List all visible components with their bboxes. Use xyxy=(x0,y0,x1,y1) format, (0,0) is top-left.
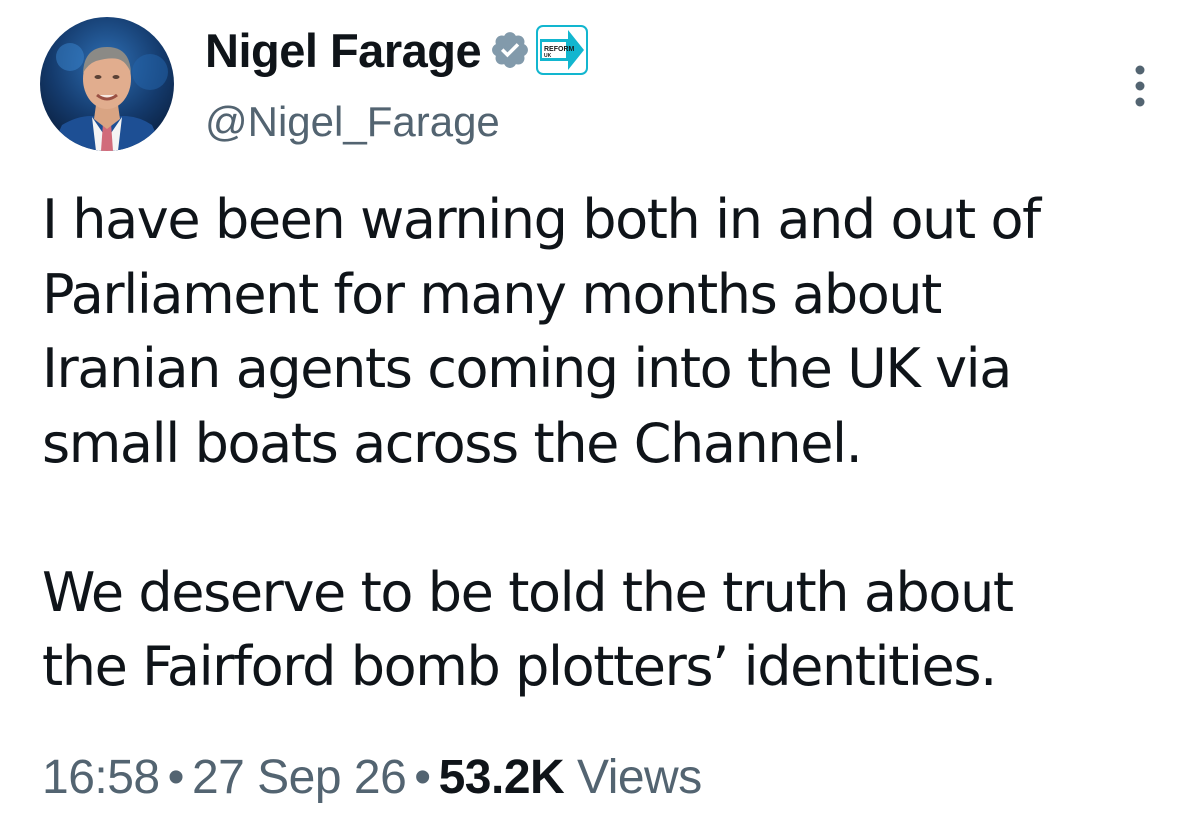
meta-separator: • xyxy=(414,751,431,804)
tweet-line: the Fairford bomb plotters’ identities. xyxy=(42,635,997,698)
affiliate-badge-line1: REFORM xyxy=(544,46,575,53)
affiliate-badge-line2: UK xyxy=(544,53,552,59)
tweet-paragraph-1: I have been warning both in and out of P… xyxy=(42,183,1172,481)
tweet-line: Parliament for many months about xyxy=(42,262,942,326)
tweet-meta: 16:58 • 27 Sep 26 • 53.2K Views xyxy=(42,750,702,805)
author-handle[interactable]: @Nigel_Farage xyxy=(205,98,500,146)
author-name-row: Nigel Farage REFORM UK xyxy=(205,20,589,80)
author-avatar[interactable] xyxy=(40,17,174,151)
more-options-icon[interactable] xyxy=(1128,62,1152,110)
tweet-paragraph-2: We deserve to be told the truth about th… xyxy=(42,556,1172,705)
reform-uk-logo-icon[interactable]: REFORM UK xyxy=(536,25,589,75)
tweet-line: We deserve to be told the truth about xyxy=(42,560,1014,624)
meta-separator: • xyxy=(167,751,185,804)
views-label: Views xyxy=(577,751,702,804)
tweet-text: I have been warning both in and out of P… xyxy=(42,183,1172,705)
tweet-date[interactable]: 27 Sep 26 xyxy=(192,751,407,804)
avatar-image xyxy=(40,17,174,151)
tweet-line: Iranian agents coming into the UK via xyxy=(42,337,1012,400)
verified-badge-icon[interactable] xyxy=(489,29,531,71)
tweet-card: Nigel Farage REFORM UK @Nigel_Farage I h… xyxy=(0,0,1200,828)
tweet-line: small boats across the Channel. xyxy=(42,411,863,475)
views-count[interactable]: 53.2K xyxy=(439,751,565,804)
tweet-time[interactable]: 16:58 xyxy=(42,751,160,804)
tweet-line: I have been warning both in and out of xyxy=(42,188,1041,251)
author-display-name[interactable]: Nigel Farage xyxy=(205,23,482,78)
